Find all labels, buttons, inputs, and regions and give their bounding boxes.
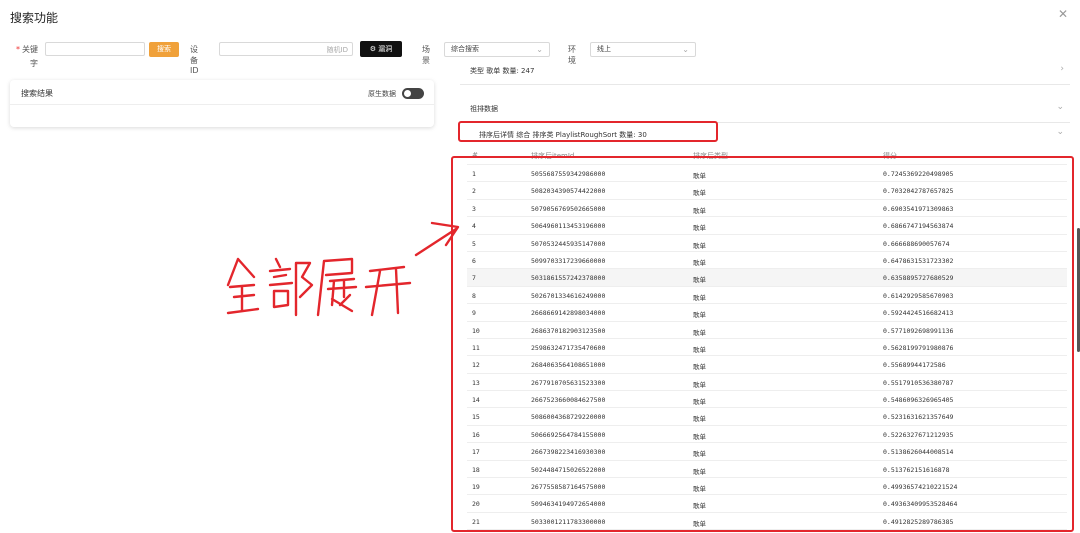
gear-icon: ⚙ <box>369 45 379 53</box>
search-button[interactable]: 搜索 <box>149 42 179 57</box>
device-id-input[interactable]: 随机ID <box>219 42 353 56</box>
scene-label: 场景 <box>422 45 430 65</box>
dark-button[interactable]: ⚙ 漏洞 <box>360 41 402 57</box>
raw-data-label: 原生数据 <box>368 90 396 98</box>
keyword-label: * 关键 <box>16 45 38 54</box>
table-highlight-annotation <box>451 156 1074 532</box>
scene-select[interactable]: 综合搜索 ⌄ <box>444 42 550 57</box>
chevron-right-icon: › <box>1060 64 1064 74</box>
panel-rough-data[interactable]: 祖排数据 ⌄ <box>460 95 1070 123</box>
search-result-card: 搜索结果 原生数据 <box>10 80 434 127</box>
dialog-title: 搜索功能 <box>10 11 59 25</box>
random-id-button[interactable]: 随机ID <box>327 45 348 55</box>
handwritten-annotation <box>226 221 460 317</box>
device-id-label: 设备ID <box>190 45 199 75</box>
keyword-label-cont: 字 <box>30 59 38 68</box>
raw-data-toggle[interactable] <box>402 88 424 99</box>
env-select[interactable]: 线上 ⌄ <box>590 42 696 57</box>
divider <box>10 104 434 105</box>
panel-type[interactable]: 类型 歌单 数量: 247 › <box>460 57 1070 85</box>
chevron-down-icon: ⌄ <box>682 45 689 54</box>
close-icon[interactable]: ✕ <box>1058 7 1068 21</box>
chevron-down-icon: ⌄ <box>1056 127 1064 137</box>
card-title: 搜索结果 <box>21 89 53 98</box>
keyword-input[interactable] <box>45 42 145 56</box>
highlight-annotation <box>458 121 718 142</box>
chevron-down-icon: ⌄ <box>536 45 543 54</box>
chevron-down-icon: ⌄ <box>1056 102 1064 112</box>
